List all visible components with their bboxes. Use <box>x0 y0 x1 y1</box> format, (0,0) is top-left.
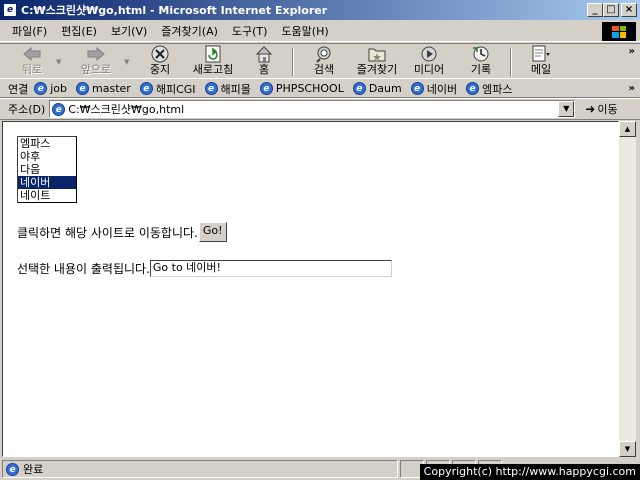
output-field[interactable]: Go to 네이버! <box>149 260 392 277</box>
site-option-nate[interactable]: 네이트 <box>18 189 76 202</box>
address-dropdown-icon[interactable]: ▼ <box>558 101 575 117</box>
link-master[interactable]: e master <box>76 82 131 95</box>
history-icon <box>471 45 491 63</box>
address-input[interactable]: e C:₩스크린샷₩go,html ▼ <box>49 100 576 118</box>
links-label: 연결 <box>8 82 29 96</box>
address-label: 주소(D) <box>8 103 46 116</box>
link-empas[interactable]: e 엠파스 <box>466 81 512 97</box>
status-main-panel: e 완료 <box>2 460 398 478</box>
link-naver[interactable]: e 네이버 <box>410 81 457 97</box>
site-option-daum[interactable]: 다음 <box>18 163 76 176</box>
mail-button[interactable]: 메일 <box>524 45 558 79</box>
link-job[interactable]: e job <box>34 82 67 95</box>
back-dropdown-icon[interactable]: ▼ <box>56 58 61 66</box>
window-controls: _ □ × <box>587 3 637 17</box>
search-button[interactable]: 검색 <box>306 45 342 79</box>
ie-page-icon: e <box>466 82 480 95</box>
search-icon <box>314 45 334 63</box>
site-option-empas[interactable]: 엠파스 <box>18 137 76 150</box>
vertical-scrollbar[interactable]: ▲ ▼ <box>619 121 636 457</box>
ie-page-icon: e <box>139 82 153 95</box>
mail-icon <box>531 45 551 63</box>
ie-page-icon: e <box>410 82 424 95</box>
go-button[interactable]: Go! <box>198 222 227 242</box>
menu-help[interactable]: 도움말(H) <box>274 23 335 39</box>
favorites-folder-icon <box>367 45 387 63</box>
scroll-down-arrow-icon[interactable]: ▼ <box>619 441 636 457</box>
media-icon <box>419 45 439 63</box>
menu-file[interactable]: 파일(F) <box>0 23 54 39</box>
favorites-button[interactable]: 즐겨찾기 <box>350 45 404 79</box>
windows-logo-icon <box>602 22 636 41</box>
menu-view[interactable]: 보기(V) <box>104 23 154 39</box>
toolbar-separator <box>510 48 512 76</box>
menu-edit[interactable]: 편집(E) <box>54 23 104 39</box>
ie-page-icon: e <box>76 82 90 95</box>
media-button[interactable]: 미디어 <box>408 45 450 79</box>
instruction-text: 클릭하면 해당 사이트로 이동합니다. <box>17 225 198 240</box>
go-row: 클릭하면 해당 사이트로 이동합니다. Go! <box>17 222 227 242</box>
menu-favorites[interactable]: 즐겨찾기(A) <box>154 23 225 39</box>
menu-bar: 파일(F) 편집(E) 보기(V) 즐겨찾기(A) 도구(T) 도움말(H) <box>0 20 640 42</box>
title-bar: e C:₩스크린샷₩go,html - Microsoft Internet E… <box>0 0 640 20</box>
links-more-chevron-icon[interactable]: » <box>629 83 635 94</box>
ie-page-icon: e <box>204 82 218 95</box>
site-option-naver[interactable]: 네이버 <box>18 176 76 189</box>
back-arrow-icon <box>22 45 42 63</box>
link-daum[interactable]: e Daum <box>352 82 402 95</box>
output-row: 선택한 내용이 출력됩니다. Go to 네이버! <box>17 260 392 277</box>
link-happycgi[interactable]: e 해피CGI <box>139 81 196 97</box>
toolbar-more-chevron-icon[interactable]: » <box>629 46 635 57</box>
forward-dropdown-icon[interactable]: ▼ <box>124 58 129 66</box>
home-button[interactable]: 홈 <box>250 45 278 79</box>
minimize-button[interactable]: _ <box>587 3 603 17</box>
ie-page-icon: e <box>52 102 66 116</box>
stop-button[interactable]: 중지 <box>140 45 180 79</box>
ie-page-icon: e <box>259 82 273 95</box>
window-title: C:₩스크린샷₩go,html - Microsoft Internet Exp… <box>21 4 328 17</box>
address-value: C:₩스크린샷₩go,html <box>68 103 185 116</box>
links-bar: 연결 e job e master e 해피CGI e 해피몰 e PHPSCHOOL e… <box>0 80 640 98</box>
address-bar: 주소(D) e C:₩스크린샷₩go,html ▼ ➜ 이동 <box>0 98 640 120</box>
stop-icon <box>150 45 170 63</box>
link-phpschool[interactable]: e PHPSCHOOL <box>259 82 344 95</box>
menu-tools[interactable]: 도구(T) <box>225 23 275 39</box>
copyright-watermark: Copyright(c) http://www.happycgi.com <box>419 464 640 480</box>
link-happymall[interactable]: e 해피몰 <box>204 81 251 97</box>
site-option-yahoo[interactable]: 야후 <box>18 150 76 163</box>
go-arrow-icon: ➜ <box>585 102 596 116</box>
standard-toolbar: 뒤로 ▼ 앞으로 ▼ 중지 새로고침 홈 검색 즐겨찾기 미디어 기록 메일 » <box>0 43 640 79</box>
forward-button[interactable]: 앞으로 <box>74 45 118 79</box>
ie-page-icon: e <box>6 462 19 476</box>
go-navigate-button[interactable]: ➜ 이동 <box>585 101 617 117</box>
home-icon <box>254 45 274 63</box>
refresh-icon <box>203 45 223 63</box>
site-select-list[interactable]: 엠파스 야후 다음 네이버 네이트 <box>17 136 77 203</box>
maximize-button[interactable]: □ <box>603 3 619 17</box>
scroll-up-arrow-icon[interactable]: ▲ <box>619 121 636 137</box>
back-button[interactable]: 뒤로 <box>14 45 50 79</box>
history-button[interactable]: 기록 <box>466 45 496 79</box>
ie-page-icon: e <box>34 82 48 95</box>
ie-logo-icon: e <box>3 3 17 17</box>
output-label: 선택한 내용이 출력됩니다. <box>17 262 150 276</box>
status-text: 완료 <box>23 463 44 476</box>
forward-arrow-icon <box>86 45 106 63</box>
refresh-button[interactable]: 새로고침 <box>186 45 240 79</box>
ie-page-icon: e <box>352 82 366 95</box>
page-content: 엠파스 야후 다음 네이버 네이트 클릭하면 해당 사이트로 이동합니다. Go… <box>2 121 619 457</box>
close-button[interactable]: × <box>621 3 637 17</box>
toolbar-separator <box>292 48 294 76</box>
